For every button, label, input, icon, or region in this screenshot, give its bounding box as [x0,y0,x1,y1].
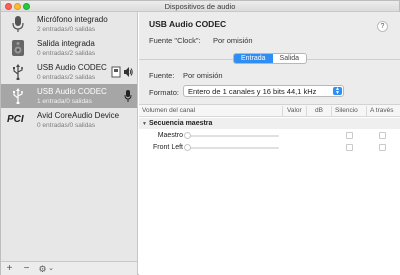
window-title: Dispositivos de audio [164,2,236,11]
title-bar: Dispositivos de audio [1,1,399,12]
device-list: Micrófono integrado 2 entradas/0 salidas… [1,12,138,275]
source-label: Fuente: [149,71,175,80]
volume-table: Volumen del canal Valor dB Silencio A tr… [139,104,400,275]
volume-table-header: Volumen del canal Valor dB Silencio A tr… [139,105,400,117]
device-detail-panel: USB Audio CODEC ? Fuente "Clock": Por om… [139,12,400,275]
device-channels: 1 entrada/0 salidas [37,98,92,105]
pci-icon: PCI [7,114,24,125]
tab-output[interactable]: Salida [273,54,306,63]
speaker-icon [12,40,24,56]
channel-row-front-left: Front Left [139,142,400,154]
close-window-button[interactable] [5,3,12,10]
column-header-value: Valor [287,107,302,114]
input-microphone-icon [124,90,132,102]
volume-slider-knob[interactable] [184,144,191,151]
device-name: USB Audio CODEC [37,63,107,72]
device-name: Avid CoreAudio Device [37,111,120,120]
finder-output-icon [111,66,121,78]
column-header-mute: Silencio [335,107,358,114]
speaker-volume-icon [124,67,133,77]
channel-row-master: Maestro [139,130,400,142]
device-title: USB Audio CODEC [149,19,227,29]
column-divider [331,106,332,116]
device-name: Micrófono integrado [37,15,108,24]
add-device-button[interactable]: + [4,263,15,275]
thru-checkbox[interactable] [379,132,386,139]
column-header-channel: Volumen del canal [142,107,196,114]
sidebar-toolbar: + − ⚙ ⌄ [1,261,137,275]
audio-devices-window: Dispositivos de audio Micrófono integrad… [0,0,400,275]
chevron-updown-icon: ▲ ▼ [333,87,342,96]
column-header-thru: A través [370,107,394,114]
minimize-window-button[interactable] [14,3,21,10]
remove-device-button[interactable]: − [21,263,32,275]
mute-checkbox[interactable] [346,132,353,139]
source-value: Por omisión [183,71,223,80]
device-name: Salida integrada [37,39,95,48]
device-channels: 2 entradas/0 salidas [37,26,96,33]
device-channels: 0 entradas/2 salidas [37,74,96,81]
input-output-tabs: Entrada Salida [233,53,307,64]
column-divider [306,106,307,116]
usb-icon [13,64,23,80]
column-header-db: dB [315,107,323,114]
thru-checkbox[interactable] [379,144,386,151]
format-select-value: Entero de 1 canales y 16 bits 44,1 kHz [188,87,317,96]
group-label: Secuencia maestra [149,120,213,127]
volume-slider-knob[interactable] [184,132,191,139]
mute-checkbox[interactable] [346,144,353,151]
help-button[interactable]: ? [377,21,388,32]
master-stream-group[interactable]: ▼ Secuencia maestra [139,118,400,129]
microphone-icon [12,16,24,32]
chevron-down-icon[interactable]: ⌄ [47,263,55,275]
disclosure-triangle-icon[interactable]: ▼ [142,121,147,127]
tab-input[interactable]: Entrada [234,54,273,63]
clock-source-value: Por omisión [213,36,253,45]
volume-slider[interactable] [187,147,279,149]
device-item-usb-output[interactable]: USB Audio CODEC 0 entradas/2 salidas [1,60,137,84]
clock-source-label: Fuente "Clock": [149,36,201,45]
device-item-builtin-mic[interactable]: Micrófono integrado 2 entradas/0 salidas [1,12,137,36]
device-item-builtin-output[interactable]: Salida integrada 0 entradas/2 salidas [1,36,137,60]
zoom-window-button[interactable] [23,3,30,10]
device-channels: 0 entradas/2 salidas [37,50,96,57]
column-divider [282,106,283,116]
column-divider [366,106,367,116]
device-item-usb-input[interactable]: USB Audio CODEC 1 entrada/0 salidas [1,84,137,108]
channel-label: Maestro [157,132,183,139]
volume-slider[interactable] [187,135,279,137]
channel-label: Front Left [153,144,183,151]
device-name: USB Audio CODEC [37,87,107,96]
format-label: Formato: [149,88,180,97]
usb-icon [13,88,23,104]
format-select[interactable]: Entero de 1 canales y 16 bits 44,1 kHz ▲… [183,85,344,97]
device-channels: 0 entradas/0 salidas [37,122,96,129]
device-item-avid[interactable]: PCI Avid CoreAudio Device 0 entradas/0 s… [1,108,137,132]
